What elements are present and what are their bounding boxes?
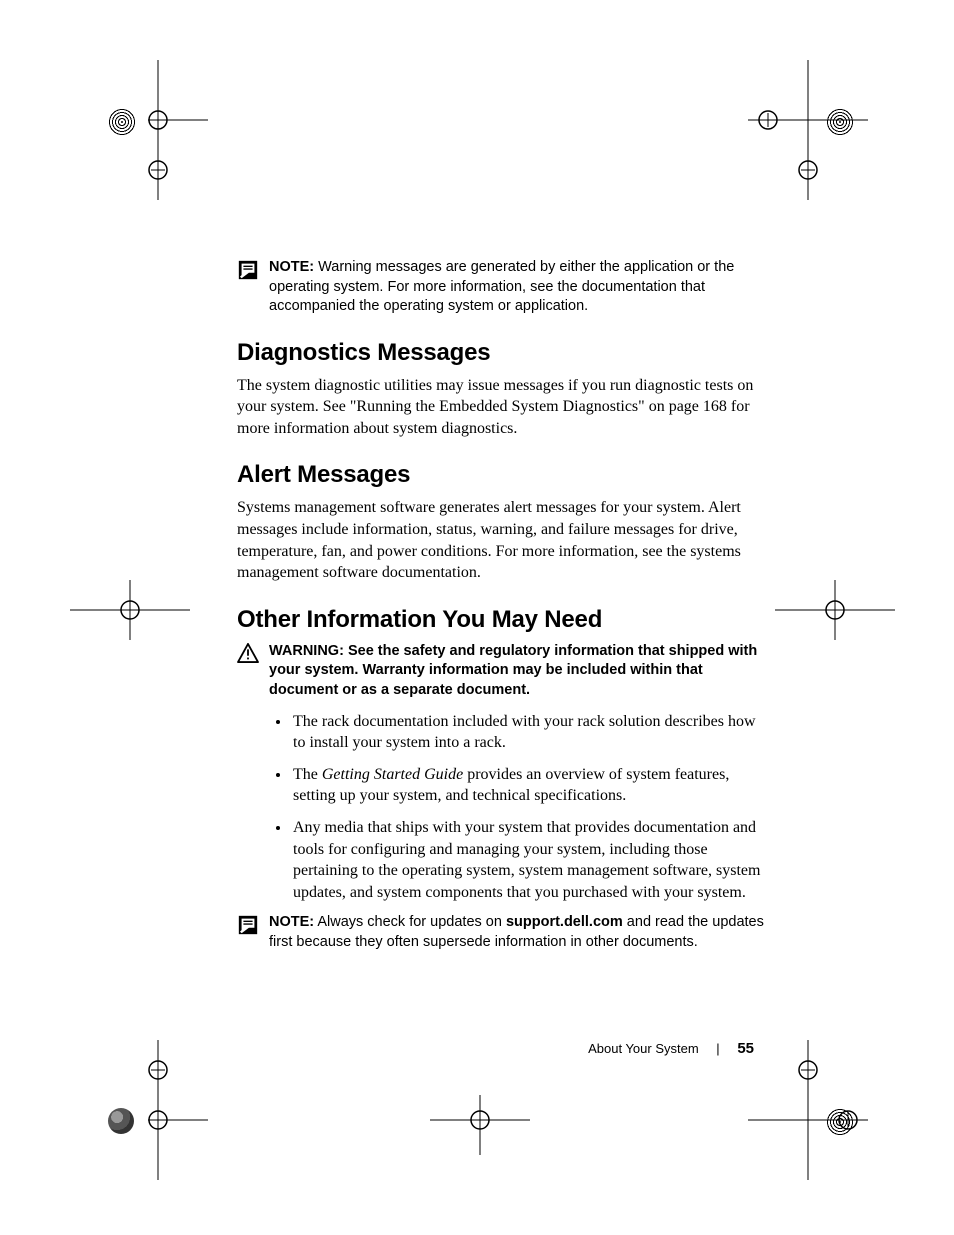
getting-started-guide-ref: Getting Started Guide: [322, 766, 463, 783]
note-block-2: NOTE: Always check for updates on suppor…: [237, 913, 767, 952]
note-pre: Always check for updates on: [317, 914, 506, 930]
list-item: The rack documentation included with you…: [291, 711, 767, 754]
footer-separator: |: [716, 1041, 719, 1056]
list-item: The Getting Started Guide provides an ov…: [291, 764, 767, 807]
bullet-list: The rack documentation included with you…: [237, 711, 767, 904]
heading-alert: Alert Messages: [237, 461, 767, 489]
footer-section: About Your System: [588, 1041, 699, 1056]
registration-dot-icon: [108, 1108, 134, 1134]
note-icon: [237, 914, 259, 936]
note-block-1: NOTE: Warning messages are generated by …: [237, 258, 767, 317]
warning-label: WARNING:: [269, 643, 344, 659]
list-item: Any media that ships with your system th…: [291, 817, 767, 903]
registration-dot-icon: [826, 1108, 854, 1136]
crop-mark-icon: [148, 1040, 208, 1180]
paragraph-alert: Systems management software generates al…: [237, 497, 767, 583]
warning-text: WARNING: See the safety and regulatory i…: [269, 642, 767, 701]
paragraph-diagnostics: The system diagnostic utilities may issu…: [237, 375, 767, 440]
note-label: NOTE:: [269, 259, 314, 275]
registration-dot-icon: [826, 108, 854, 136]
note-text-1: NOTE: Warning messages are generated by …: [269, 258, 767, 317]
support-url: support.dell.com: [506, 914, 623, 930]
page-content: NOTE: Warning messages are generated by …: [237, 258, 767, 970]
crop-mark-icon: [430, 1095, 530, 1155]
note-text-2: NOTE: Always check for updates on suppor…: [269, 913, 767, 952]
note-label: NOTE:: [269, 914, 314, 930]
crop-mark-icon: [748, 1040, 868, 1180]
crop-mark-icon: [775, 580, 895, 640]
crop-mark-icon: [70, 580, 190, 640]
heading-diagnostics: Diagnostics Messages: [237, 339, 767, 367]
heading-other-info: Other Information You May Need: [237, 606, 767, 634]
note-icon: [237, 259, 259, 281]
warning-icon: [237, 643, 259, 663]
page-footer: About Your System | 55: [588, 1040, 754, 1057]
registration-dot-icon: [108, 108, 136, 136]
crop-mark-icon: [148, 60, 208, 200]
note-body: Warning messages are generated by either…: [269, 259, 734, 314]
warning-block: WARNING: See the safety and regulatory i…: [237, 642, 767, 701]
